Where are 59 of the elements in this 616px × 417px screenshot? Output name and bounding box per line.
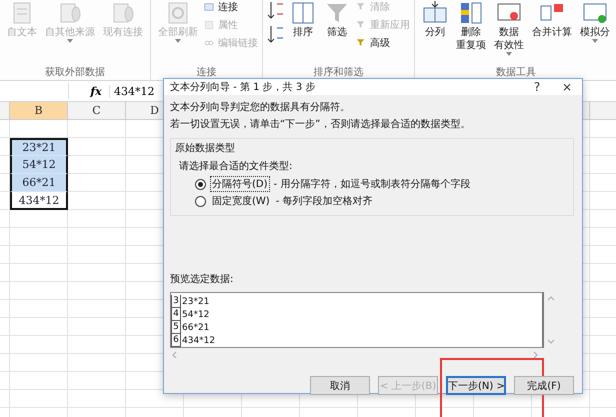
formula-field[interactable]: 434*12 (109, 84, 154, 98)
ribbon-button[interactable]: 删除 重复项 (453, 0, 489, 52)
group-title: 原始数据类型 (175, 142, 235, 156)
ribbon-button[interactable]: 数据 有效性 (491, 0, 527, 56)
column-header[interactable]: C (68, 102, 126, 120)
sort-ascending-icon (267, 0, 285, 20)
ribbon-button[interactable]: 合并计算 (529, 0, 575, 39)
scroll-up-icon[interactable] (547, 296, 555, 301)
ribbon-button[interactable]: 筛选 (321, 0, 353, 39)
radio-button[interactable] (195, 178, 206, 190)
group-label: 数据工具 (495, 66, 537, 80)
preview-label: 预览选定数据: (170, 272, 234, 287)
preview-text: 66*21 (182, 322, 210, 332)
dialog-button[interactable]: 完成(F) (514, 376, 574, 395)
option-description: - 每列字段加空格对齐 (276, 194, 372, 208)
caret-icon (592, 39, 598, 43)
ribbon-button[interactable]: 模拟分 (577, 0, 613, 43)
sort-ascending-button[interactable] (267, 0, 285, 20)
row-number: 4 (171, 308, 181, 321)
close-button[interactable]: × (552, 79, 582, 95)
table-cell: 434*12 (10, 192, 68, 210)
option-description: - 用分隔字符，如逗号或制表符分隔每个字段 (274, 178, 470, 191)
ribbon-button[interactable]: 分列 (419, 0, 451, 39)
help-button[interactable]: ? (522, 79, 552, 95)
caret-icon (175, 39, 181, 43)
function-button[interactable]: fx (83, 84, 109, 98)
caret-icon (506, 52, 512, 56)
preview-text: 54*12 (182, 310, 210, 320)
scroll-left-icon[interactable] (172, 351, 177, 359)
radio-label[interactable]: 分隔符号(D) (210, 176, 270, 192)
table-cell: 54*12 (10, 156, 68, 174)
radio-label[interactable]: 固定宽度(W) (210, 193, 272, 209)
radio-button[interactable] (195, 196, 206, 206)
dialog-title: 文本分列向导 - 第 1 步，共 3 步 (170, 80, 316, 94)
preview-text: 434*12 (182, 336, 216, 346)
row-number: 5 (171, 321, 181, 334)
scroll-down-icon[interactable] (547, 339, 555, 344)
column-header[interactable]: B (10, 102, 68, 120)
sort-descending-icon (267, 24, 285, 44)
dialog-button[interactable]: 取消 (310, 376, 370, 395)
table-cell: 23*21 (10, 138, 68, 156)
dialog-button[interactable]: 下一步(N) > (446, 376, 506, 395)
ribbon-button[interactable]: 排序 (287, 0, 319, 39)
ribbon-small-button[interactable]: 连接 (203, 0, 258, 14)
row-number: 3 (171, 295, 181, 308)
preview-text: 23*21 (182, 296, 210, 306)
row-number: 6 (171, 334, 181, 347)
sort-descending-button[interactable] (267, 24, 285, 44)
column-header[interactable] (0, 102, 10, 120)
link-icon (203, 1, 215, 13)
group-label: 连接 (196, 66, 218, 80)
group-label: 获取外部数据 (44, 66, 106, 80)
group-label: 排序和筛选 (312, 66, 364, 80)
caret-icon (67, 39, 73, 43)
ribbon-small-button[interactable]: 高级 (355, 36, 410, 50)
prompt-text: 请选择最合适的文件类型: (178, 160, 292, 174)
scroll-right-icon[interactable] (533, 351, 538, 359)
table-cell: 66*21 (10, 174, 68, 192)
instruction-text: 若一切设置无误，请单击“下一步”，否则请选择最合适的数据类型。 (170, 118, 470, 132)
